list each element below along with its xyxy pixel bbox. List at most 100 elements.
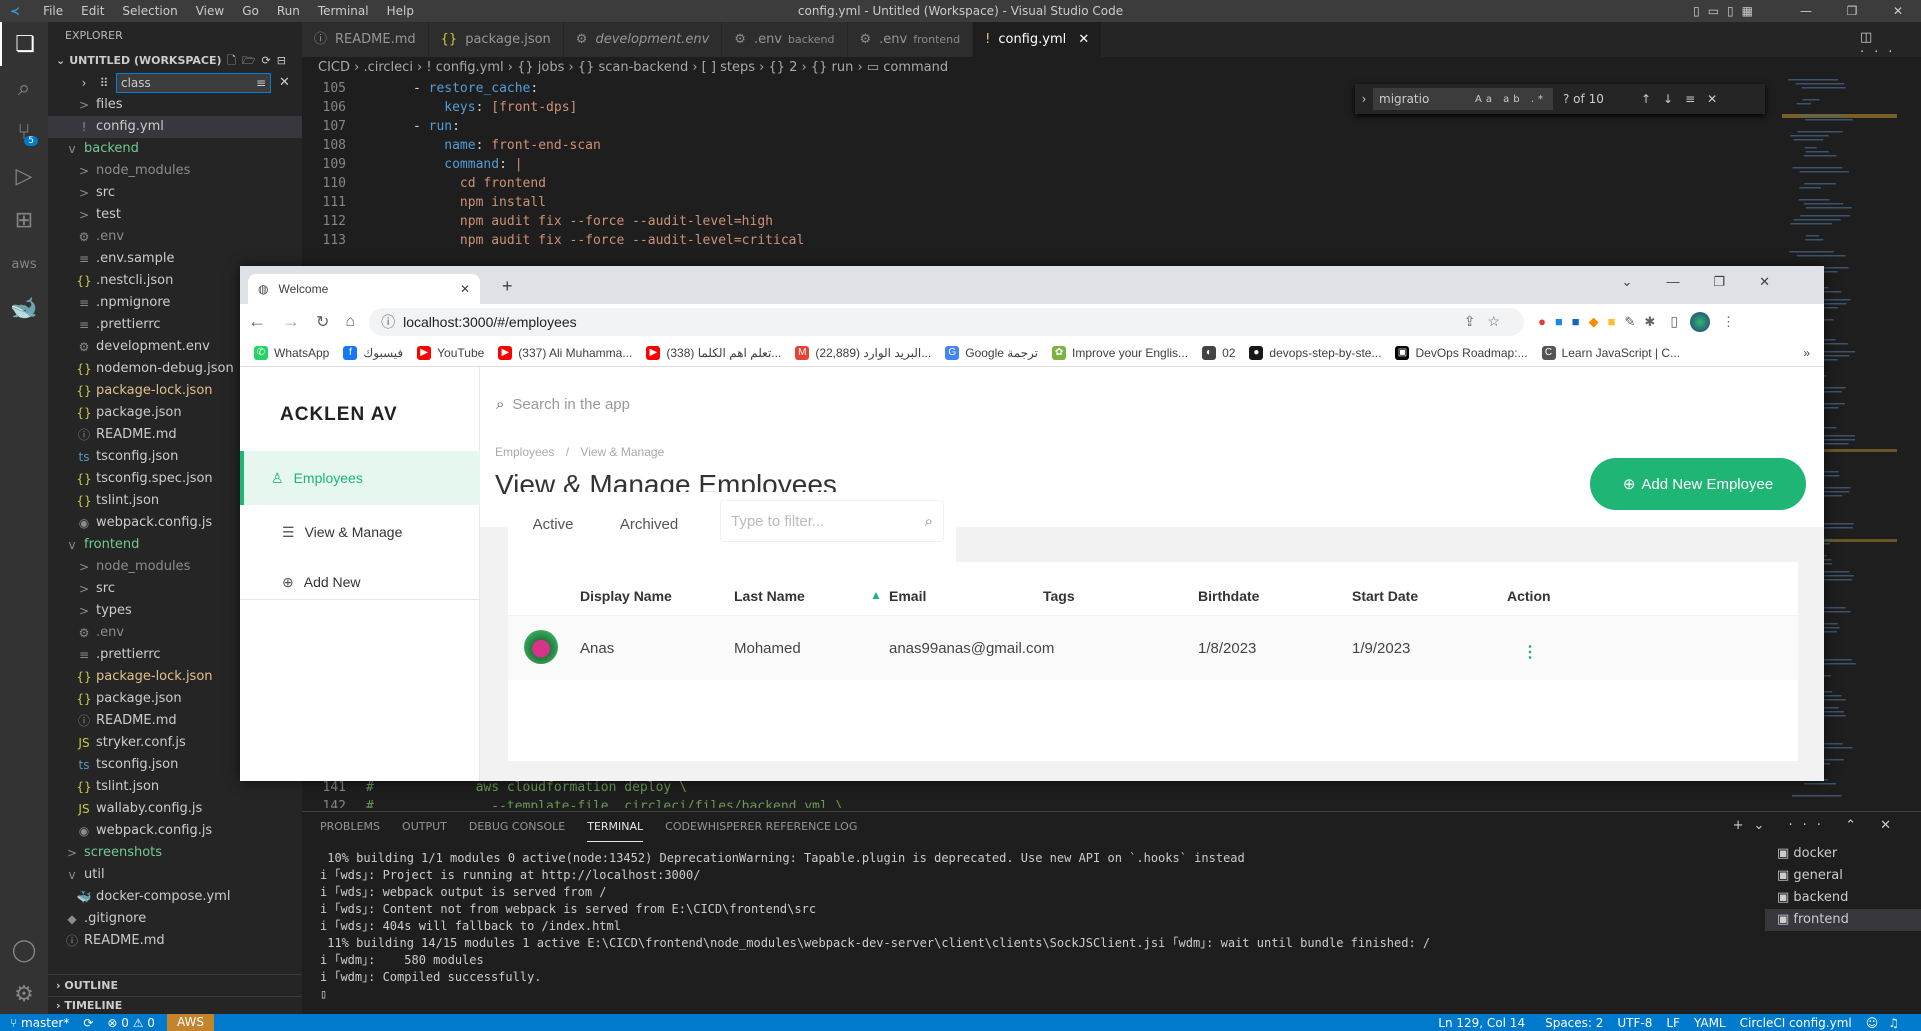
panel-tab-debug-console[interactable]: DEBUG CONSOLE	[469, 812, 565, 842]
tab-close-icon[interactable]: ✕	[1074, 32, 1089, 47]
bookmark[interactable]: ✿ Improve your Englis...	[1052, 345, 1188, 360]
account-icon[interactable]: ◯	[0, 928, 48, 972]
menu-item-selection[interactable]: Selection	[122, 4, 177, 18]
editor-tab[interactable]: ⓘ README.md	[302, 22, 429, 57]
code-line[interactable]: 142 # --template-file .circleci/files/bac…	[302, 797, 1782, 808]
bookmark[interactable]: ▶ YouTube	[417, 345, 484, 360]
add-new-employee-button[interactable]: ⊕ Add New Employee	[1590, 458, 1806, 510]
col-birthdate[interactable]: Birthdate	[1198, 588, 1259, 604]
bookmark[interactable]: ● devops-step-by-ste...	[1249, 345, 1381, 360]
whole-word-icon[interactable]: ab	[1503, 94, 1523, 105]
menu-item-help[interactable]: Help	[387, 4, 414, 18]
sync-icon[interactable]: ⟳	[83, 1016, 93, 1030]
home-icon[interactable]: ⌂	[345, 313, 355, 331]
bookmark[interactable]: ▶ (338) تعلم اهم الكلما...	[646, 345, 781, 360]
tree-item[interactable]: ◆ .gitignore	[48, 908, 302, 930]
menu-item-terminal[interactable]: Terminal	[318, 4, 369, 18]
filter-input[interactable]: class ≡	[116, 73, 271, 93]
tree-item[interactable]: v util	[48, 864, 302, 886]
code-line[interactable]: 108 name: front-end-scan	[302, 136, 1782, 155]
code-line[interactable]: 113 npm audit fix --force --audit-level=…	[302, 231, 1782, 250]
panel-tab-codewhisperer-reference-log[interactable]: CODEWHISPERER REFERENCE LOG	[665, 812, 857, 842]
layout-icon[interactable]: ▯▭▯▦	[1693, 4, 1761, 18]
menu-item-run[interactable]: Run	[277, 4, 300, 18]
close-window-button[interactable]: ✕	[1875, 4, 1921, 18]
schema-status[interactable]: CircleCI config.yml	[1740, 1016, 1852, 1030]
browser-tab[interactable]: ◍ Welcome ✕	[248, 274, 480, 304]
tree-item[interactable]: > test	[48, 204, 302, 226]
aws-status[interactable]: AWS	[166, 1014, 214, 1031]
col-tags[interactable]: Tags	[1043, 588, 1075, 604]
col-start-date[interactable]: Start Date	[1352, 588, 1418, 604]
acklen-logo[interactable]: ACKLEN AV	[280, 404, 398, 426]
code-line[interactable]: 107 - run:	[302, 117, 1782, 136]
match-case-icon[interactable]: Aa	[1475, 94, 1496, 105]
terminal-instance[interactable]: ▣ frontend	[1765, 909, 1921, 931]
tree-item[interactable]: > src	[48, 182, 302, 204]
minimize-button[interactable]: —	[1783, 4, 1829, 18]
settings-gear-icon[interactable]: ⚙	[0, 972, 48, 1016]
explorer-actions[interactable]: 🗋🗁⟳⊟	[227, 50, 292, 72]
tree-item[interactable]: v backend	[48, 138, 302, 160]
bookmark[interactable]: ✆ WhatsApp	[254, 345, 329, 360]
bookmark[interactable]: C Learn JavaScript | C...	[1541, 345, 1680, 360]
tree-item[interactable]: ◉ webpack.config.js	[48, 820, 302, 842]
outline-section[interactable]: › OUTLINE	[48, 974, 302, 996]
terminal-output[interactable]: 10% building 1/1 modules 0 active(node:1…	[302, 842, 1921, 986]
menu-item-edit[interactable]: Edit	[81, 4, 104, 18]
explorer-icon[interactable]: ❏	[0, 22, 48, 66]
docker-icon[interactable]: 🐋	[0, 286, 48, 330]
extension-icons[interactable]: ●■■◆■✎✱	[1538, 314, 1664, 330]
col-email[interactable]: Email	[889, 588, 926, 604]
tree-item[interactable]: > files	[48, 94, 302, 116]
filter-input[interactable]: Type to filter... ⌕	[720, 500, 944, 542]
forward-icon[interactable]: →	[282, 311, 300, 332]
side-panel-icon[interactable]: ▯	[1670, 313, 1678, 330]
branch-status[interactable]: ⑂ master*	[10, 1016, 69, 1030]
panel-tab-problems[interactable]: PROBLEMS	[320, 812, 380, 842]
menu-item-go[interactable]: Go	[242, 4, 259, 18]
tree-item[interactable]: 🐳 docker-compose.yml	[48, 886, 302, 908]
toggle-replace-icon[interactable]: ›	[1355, 92, 1373, 106]
tree-item[interactable]: ! config.yml	[48, 116, 302, 138]
extensions-icon[interactable]: ⊞	[0, 198, 48, 242]
panel-tab-terminal[interactable]: TERMINAL	[587, 812, 644, 842]
back-icon[interactable]: ←	[248, 311, 266, 332]
terminal-instance[interactable]: ▣ docker	[1765, 843, 1921, 865]
bookmark[interactable]: ◐ 02	[1202, 345, 1235, 360]
indent-status[interactable]: Spaces: 2	[1545, 1016, 1603, 1030]
col-display-name[interactable]: Display Name	[580, 588, 672, 604]
nav-add-new[interactable]: ⊕ Add New	[240, 555, 480, 609]
editor-tab[interactable]: {} package.json	[428, 22, 564, 57]
row-action-menu-icon[interactable]: ⋮	[1522, 642, 1538, 662]
tab-close-icon[interactable]: ✕	[460, 282, 470, 296]
bookmark[interactable]: M البريد الوارد (22,889)...	[795, 345, 931, 360]
tree-item[interactable]: ⓘ README.md	[48, 930, 302, 952]
address-bar[interactable]: ⓘ localhost:3000/#/employees ⇪☆	[369, 307, 1525, 336]
breadcrumb[interactable]: CICD › .circleci › ! config.yml › {} job…	[302, 57, 1782, 79]
encoding-status[interactable]: UTF-8	[1617, 1016, 1652, 1030]
share-star-icons[interactable]: ⇪☆	[1464, 313, 1512, 330]
editor-tab[interactable]: ⚙ development.env	[563, 22, 723, 57]
tab-active[interactable]: Active	[508, 516, 598, 564]
nav-employees[interactable]: ♙ Employees	[240, 451, 480, 505]
find-nav-icons[interactable]: ↑↓≡✕	[1641, 92, 1729, 106]
terminal-instance[interactable]: ▣ general	[1765, 865, 1921, 887]
code-line[interactable]: 112 npm audit fix --force --audit-level=…	[302, 212, 1782, 231]
menu-item-file[interactable]: File	[43, 4, 63, 18]
menu-item-view[interactable]: View	[196, 4, 224, 18]
sort-asc-icon[interactable]: ▲	[870, 588, 882, 602]
bookmark[interactable]: f فيسبوك	[343, 345, 403, 360]
tree-item[interactable]: > screenshots	[48, 842, 302, 864]
panel-tab-output[interactable]: OUTPUT	[402, 812, 447, 842]
window-controls[interactable]: ⌄—❐✕	[1622, 274, 1804, 290]
tree-item[interactable]: JS wallaby.config.js	[48, 798, 302, 820]
new-tab-button[interactable]: +	[502, 276, 513, 297]
code-line[interactable]: 109 command: |	[302, 155, 1782, 174]
eol-status[interactable]: LF	[1666, 1016, 1680, 1030]
timeline-section[interactable]: › TIMELINE	[48, 996, 302, 1014]
workspace-header[interactable]: ⌄ UNTITLED (WORKSPACE) 🗋🗁⟳⊟	[48, 50, 302, 72]
find-input[interactable]: migratio Aa ab .*	[1373, 88, 1553, 110]
panel-actions[interactable]: +⌄ ··· ⌃ ✕	[1733, 818, 1901, 833]
tree-item[interactable]: > node_modules	[48, 160, 302, 182]
